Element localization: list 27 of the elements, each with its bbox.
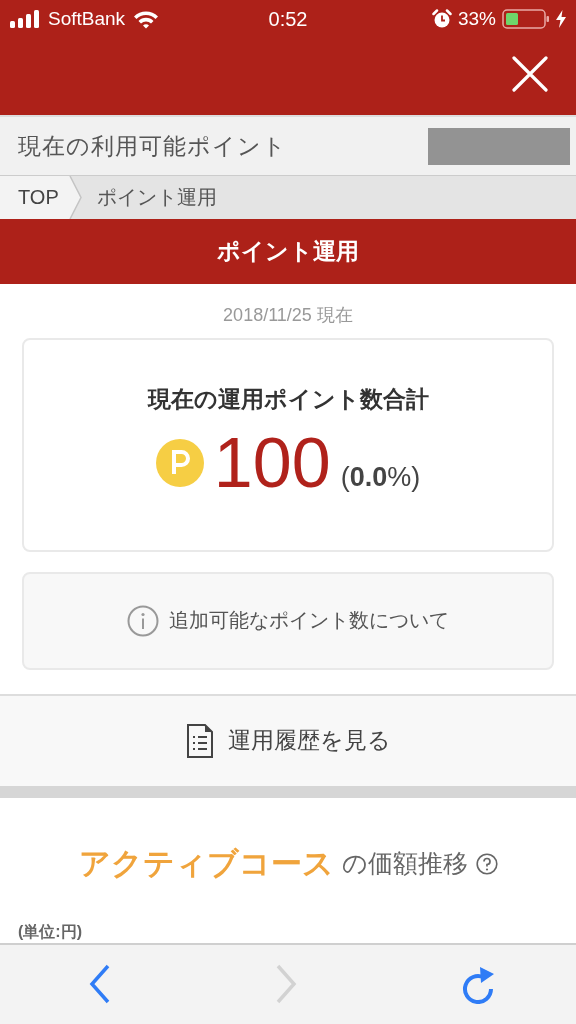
info-icon — [127, 604, 159, 637]
breadcrumb-link[interactable]: ポイント運用 — [82, 175, 217, 219]
points-value: 100 — [213, 426, 331, 499]
signal-icon — [10, 10, 40, 28]
help-icon[interactable] — [475, 852, 498, 875]
info-link[interactable]: 追加可能なポイント数について — [22, 571, 554, 670]
card-title: 現在の運用ポイント数合計 — [147, 384, 429, 414]
history-button[interactable]: 運用履歴を見る — [0, 695, 576, 786]
unit-label: (単位:円) — [17, 921, 83, 942]
available-points-label: 現在の利用可能ポイント — [18, 131, 287, 161]
change-percent: (0.0%) — [340, 461, 421, 494]
charging-bolt-icon — [556, 10, 566, 28]
course-name: アクティブコース — [78, 844, 334, 883]
point-coin-icon — [155, 438, 204, 487]
carrier-name: SoftBank — [48, 8, 126, 30]
alarm-clock-icon — [431, 9, 452, 29]
page-title: ポイント運用 — [217, 236, 359, 266]
battery-percent: 33% — [457, 8, 496, 30]
document-list-icon — [185, 723, 214, 758]
battery-icon — [502, 9, 550, 29]
section-title: の価額推移 — [341, 848, 468, 879]
wifi-icon — [133, 9, 160, 29]
close-icon[interactable] — [512, 56, 548, 92]
status-time: 0:52 — [268, 7, 308, 31]
back-button[interactable] — [88, 964, 112, 1005]
as-of-date: 2018/11/25 現在 — [222, 303, 354, 327]
reload-button[interactable] — [460, 964, 496, 1005]
